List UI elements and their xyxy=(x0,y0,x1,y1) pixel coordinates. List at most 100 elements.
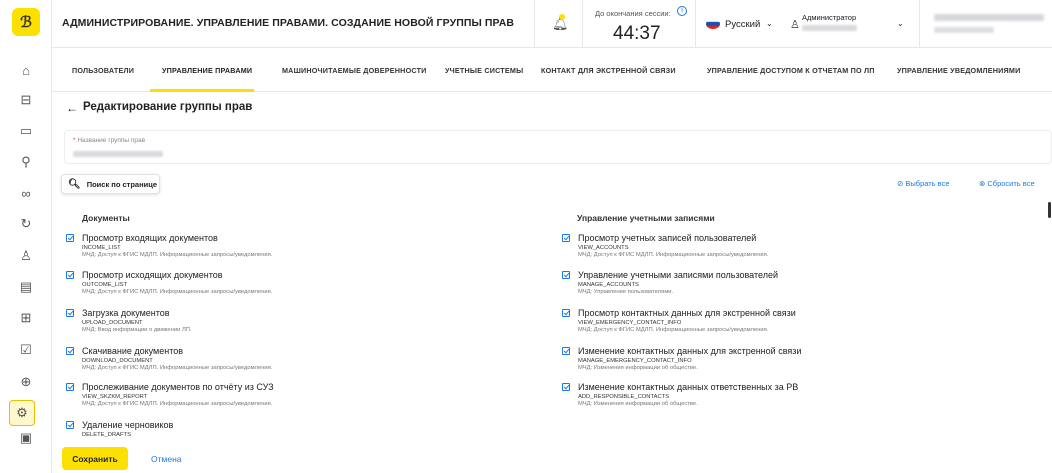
permission-title: Изменение контактных данных для экстренн… xyxy=(578,346,802,356)
permission-code: VIEW_EMERGENCY_CONTACT_INFO xyxy=(578,320,682,326)
permission-checkbox[interactable] xyxy=(562,234,570,242)
permission-checkbox[interactable] xyxy=(562,271,570,279)
group-name-value-redacted xyxy=(73,151,163,157)
briefcase-icon[interactable]: ⊟ xyxy=(16,90,36,110)
permission-checkbox[interactable] xyxy=(66,421,74,429)
permission-description: МЧД: Управление пользователями. xyxy=(578,289,674,295)
permission-code: DOWNLOAD_DOCUMENT xyxy=(82,358,153,364)
info-icon[interactable]: i xyxy=(677,6,687,16)
permission-checkbox[interactable] xyxy=(562,309,570,317)
permission-code: UPLOAD_DOCUMENT xyxy=(82,320,143,326)
back-arrow-icon[interactable]: ← xyxy=(66,101,78,115)
permission-checkbox[interactable] xyxy=(66,271,74,279)
grid-icon[interactable]: ⊞ xyxy=(16,308,36,328)
tab-rights[interactable]: УПРАВЛЕНИЕ ПРАВАМИ xyxy=(162,66,252,75)
tab-accounting-systems[interactable]: УЧЕТНЫЕ СИСТЕМЫ xyxy=(445,66,523,75)
reset-all-button[interactable]: ⊗ Сбросить все xyxy=(979,179,1035,188)
permission-description: МЧД: Изменения информации об обществе. xyxy=(578,401,698,407)
session-timer: 44:37 xyxy=(613,23,661,44)
page-title: АДМИНИСТРИРОВАНИЕ. УПРАВЛЕНИЕ ПРАВАМИ. С… xyxy=(62,17,515,29)
tab-emergency-contact[interactable]: КОНТАКТ ДЛЯ ЭКСТРЕННОЙ СВЯЗИ xyxy=(541,66,676,75)
header-divider xyxy=(582,0,583,48)
form-title: Редактирование группы прав xyxy=(83,101,253,113)
permission-description: МЧД: Ввод информации о движении ЛП. xyxy=(82,327,192,333)
permission-title: Изменение контактных данных ответственны… xyxy=(578,382,799,392)
group-name-label: * Название группы прав xyxy=(73,137,146,144)
permission-code: DELETE_DRAFTS xyxy=(82,432,131,438)
permission-description: МЧД: Доступ к ФГИС МДЛП. Информационные … xyxy=(82,252,273,258)
header: АДМИНИСТРИРОВАНИЕ. УПРАВЛЕНИЕ ПРАВАМИ. С… xyxy=(52,0,1052,48)
session-label: До окончания сессии: xyxy=(595,9,671,18)
permission-checkbox[interactable] xyxy=(66,234,74,242)
logo[interactable]: ℬ xyxy=(12,8,40,36)
tab-report-access[interactable]: УПРАВЛЕНИЕ ДОСТУПОМ К ОТЧЕТАМ ПО ЛП xyxy=(707,66,875,75)
header-divider xyxy=(534,0,535,48)
permission-description: МЧД: Доступ к ФГИС МДЛП. Информационные … xyxy=(82,401,273,407)
language-selector[interactable]: Русский xyxy=(725,19,760,30)
permission-checkbox[interactable] xyxy=(66,347,74,355)
russian-flag-icon xyxy=(706,19,720,29)
permission-code: MANAGE_ACCOUNTS xyxy=(578,282,639,288)
cancel-button[interactable]: Отмена xyxy=(151,454,182,464)
permission-title: Управление учетными записями пользовател… xyxy=(578,270,778,280)
organization-name-redacted xyxy=(934,14,1044,21)
permission-description: МЧД: Доступ к ФГИС МДЛП. Информационные … xyxy=(82,365,273,371)
link-icon[interactable]: ∞ xyxy=(16,183,36,203)
permission-title: Просмотр исходящих документов xyxy=(82,270,223,280)
check-square-icon[interactable]: ☑ xyxy=(16,340,36,360)
notification-dot xyxy=(559,14,565,20)
group-title-accounts: Управление учетными записями xyxy=(577,213,715,223)
document-icon[interactable]: ▤ xyxy=(16,277,36,297)
sidebar: ℬ ⌂ ⊟ ▭ ⚲ ∞ ↻ ♙ ▤ ⊞ ☑ ⊕ ⚙ ▣ xyxy=(0,0,52,473)
permission-code: INCOME_LIST xyxy=(82,245,121,251)
select-all-button[interactable]: ⊘ Выбрать все xyxy=(897,179,950,188)
main-content: ← Редактирование группы прав * Название … xyxy=(52,92,1052,473)
tab-machine-readable-poa[interactable]: МАШИНОЧИТАЕМЫЕ ДОВЕРЕННОСТИ xyxy=(282,66,427,75)
permission-checkbox[interactable] xyxy=(562,383,570,391)
pill-icon[interactable]: ⚲ xyxy=(16,152,36,172)
permission-title: Просмотр входящих документов xyxy=(82,233,218,243)
tab-users[interactable]: ПОЛЬЗОВАТЕЛИ xyxy=(72,66,134,75)
permission-title: Просмотр контактных данных для экстренно… xyxy=(578,308,796,318)
permission-checkbox[interactable] xyxy=(562,347,570,355)
user-icon[interactable]: ♙ xyxy=(16,246,36,266)
permission-code: OUTCOME_LIST xyxy=(82,282,128,288)
group-title-documents: Документы xyxy=(82,213,130,223)
chevron-down-icon[interactable]: ⌄ xyxy=(897,19,904,28)
permission-code: VIEW_SKZKM_REPORT xyxy=(82,394,148,400)
report-icon[interactable]: ▣ xyxy=(16,428,36,448)
header-divider xyxy=(919,0,920,48)
permission-code: ADD_RESPONSIBLE_CONTACTS xyxy=(578,394,670,400)
permission-description: МЧД: Доступ к ФГИС МДЛП. Информационные … xyxy=(578,327,769,333)
tab-notifications[interactable]: УПРАВЛЕНИЕ УВЕДОМЛЕНИЯМИ xyxy=(897,66,1020,75)
permission-description: МЧД: Изменения информации об обществе. xyxy=(578,365,698,371)
globe-icon[interactable]: ⊕ xyxy=(16,372,36,392)
permission-title: Просмотр учетных записей пользователей xyxy=(578,233,757,243)
header-divider xyxy=(695,0,696,48)
permission-code: MANAGE_EMERGENCY_CONTACT_INFO xyxy=(578,358,692,364)
organization-id-redacted xyxy=(934,27,994,33)
history-icon[interactable]: ↻ xyxy=(16,214,36,234)
folder-icon[interactable]: ▭ xyxy=(16,121,36,141)
save-button[interactable]: Сохранить xyxy=(62,447,128,470)
permission-checkbox[interactable] xyxy=(66,383,74,391)
permission-description: МЧД: Доступ к ФГИС МДЛП. Информационные … xyxy=(578,252,769,258)
permission-title: Прослеживание документов по отчёту из СУ… xyxy=(82,382,274,392)
search-icon: 🔍︎ xyxy=(68,178,81,190)
page-search-button[interactable]: 🔍︎ Поиск по странице xyxy=(61,174,160,194)
scrollbar-thumb[interactable] xyxy=(1048,202,1051,218)
settings-icon[interactable]: ⚙ xyxy=(9,400,35,426)
permission-title: Скачивание документов xyxy=(82,346,184,356)
tab-bar: ПОЛЬЗОВАТЕЛИ УПРАВЛЕНИЕ ПРАВАМИ МАШИНОЧИ… xyxy=(52,48,1052,92)
chevron-down-icon[interactable]: ⌄ xyxy=(766,19,773,28)
user-icon: ♙ xyxy=(790,19,800,31)
user-role: Администратор xyxy=(802,13,857,22)
permission-checkbox[interactable] xyxy=(66,309,74,317)
home-icon[interactable]: ⌂ xyxy=(16,60,36,80)
permission-code: VIEW_ACCOUNTS xyxy=(578,245,629,251)
user-name-redacted xyxy=(802,25,857,31)
permission-description: МЧД: Доступ к ФГИС МДЛП. Информационные … xyxy=(82,289,273,295)
page-search-label: Поиск по странице xyxy=(86,179,158,189)
group-name-field[interactable]: * Название группы прав xyxy=(64,130,1052,164)
permission-title: Удаление черновиков xyxy=(82,420,174,430)
